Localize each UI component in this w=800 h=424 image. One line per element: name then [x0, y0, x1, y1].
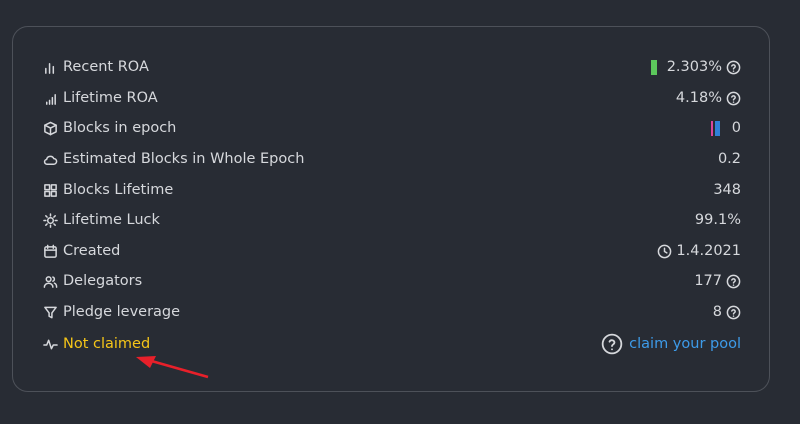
lifetime-roa-row: Lifetime ROA 4.18% [43, 86, 741, 110]
recent-roa-row: Recent ROA 2.303% [43, 55, 741, 79]
signal-icon [43, 91, 58, 106]
row-label: Estimated Blocks in Whole Epoch [63, 151, 305, 167]
help-icon[interactable] [726, 305, 741, 320]
row-label: Lifetime ROA [63, 90, 158, 106]
row-value: 348 [713, 182, 741, 198]
lifetime-luck-row: Lifetime Luck 99.1% [43, 208, 741, 232]
row-label: Pledge leverage [63, 304, 181, 320]
filter-icon [43, 305, 58, 320]
row-label: Created [63, 243, 121, 259]
pool-stats-card: Recent ROA 2.303% Lifetime ROA 4.18% Blo… [12, 26, 770, 392]
help-icon[interactable] [601, 333, 623, 355]
help-icon[interactable] [726, 91, 741, 106]
row-value: 2.303% [666, 59, 722, 75]
grid-icon [43, 183, 58, 198]
roa-bar [650, 59, 657, 75]
row-value: 0.2 [717, 151, 741, 167]
row-label: Recent ROA [63, 59, 149, 75]
blocks-in-epoch-row: Blocks in epoch 0 [43, 116, 741, 140]
pledge-leverage-row: Pledge leverage 8 [43, 300, 741, 324]
created-row: Created 1.4.2021 [43, 239, 741, 263]
row-value: 1.4.2021 [676, 243, 741, 259]
row-label: Blocks Lifetime [63, 182, 174, 198]
row-value: 177 [694, 273, 722, 289]
row-label: Delegators [63, 273, 143, 289]
delegators-row: Delegators 177 [43, 269, 741, 293]
row-value: 8 [712, 304, 722, 320]
row-value: 99.1% [694, 212, 741, 228]
users-icon [43, 274, 58, 289]
claim-pool-link[interactable]: claim your pool [629, 336, 741, 352]
bar-chart-icon [43, 60, 58, 75]
row-label: Blocks in epoch [63, 120, 177, 136]
row-value: 0 [731, 120, 741, 136]
cube-icon [43, 121, 58, 136]
epoch-bars [710, 120, 720, 136]
activity-icon [43, 337, 58, 352]
row-label: Lifetime Luck [63, 212, 160, 228]
red-arrow-annotation [136, 356, 209, 379]
help-icon[interactable] [726, 60, 741, 75]
help-icon[interactable] [726, 274, 741, 289]
clock-icon [657, 244, 672, 259]
calendar-icon [43, 244, 58, 259]
sun-icon [43, 212, 58, 228]
estimated-blocks-row: Estimated Blocks in Whole Epoch 0.2 [43, 147, 741, 171]
row-value: 4.18% [675, 90, 722, 106]
blocks-lifetime-row: Blocks Lifetime 348 [43, 178, 741, 202]
cloud-icon [43, 152, 58, 167]
